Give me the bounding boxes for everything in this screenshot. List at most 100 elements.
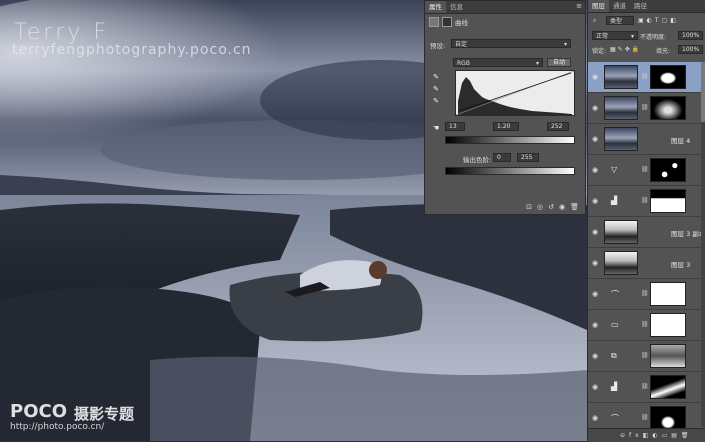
layer-mask-icon[interactable] (442, 17, 452, 27)
eye-icon[interactable]: ◉ (592, 104, 598, 112)
preset-dropdown[interactable]: 自定 ▾ (451, 39, 571, 48)
layer-mask-thumbnail[interactable] (650, 158, 686, 182)
layers-tabbar: 图层 通道 路径 (588, 0, 705, 13)
eye-icon[interactable]: ◉ (592, 166, 598, 174)
link-icon[interactable]: ⛓ (641, 352, 649, 359)
layer-row[interactable]: ◉ 图层 3 副本 (588, 217, 705, 248)
visibility-icon[interactable]: ◉ (559, 203, 565, 211)
panel-menu-icon[interactable]: ≡ (576, 2, 582, 10)
eye-icon[interactable]: ◉ (592, 290, 598, 298)
link-icon[interactable]: ⛓ (641, 383, 649, 390)
layer-mask-thumbnail[interactable] (650, 375, 686, 399)
tab-info[interactable]: 信息 (446, 1, 467, 13)
opacity-label: 不透明度: (640, 34, 667, 41)
blend-mode-dropdown[interactable]: 正常 ▾ (592, 31, 638, 40)
layer-row[interactable]: ◉ 图层 4 (588, 124, 705, 155)
input-gamma-field[interactable]: 1.20 (493, 122, 519, 131)
channel-mixer-icon[interactable]: ⧉ (611, 351, 617, 361)
link-icon[interactable]: ⛓ (641, 321, 649, 328)
layer-row[interactable]: ◉ ▟ ⛓ (588, 372, 705, 403)
output-black-field[interactable]: 0 (493, 153, 511, 162)
layer-thumbnail[interactable] (604, 251, 638, 275)
layer-row[interactable]: ◉ ▟ ⛓ (588, 186, 705, 217)
levels-icon[interactable]: ▟ (611, 382, 617, 391)
layer-row[interactable]: ◉ ⌒ ⛓ (588, 279, 705, 310)
clip-to-layer-icon[interactable]: ⊡ (526, 203, 532, 211)
layer-row[interactable]: ◉ ▭ ⛓ (588, 310, 705, 341)
opacity-field[interactable]: 100% (678, 31, 703, 40)
output-label: 输出色阶: (463, 156, 492, 164)
layer-mask-thumbnail[interactable] (650, 96, 686, 120)
layer-mask-thumbnail[interactable] (650, 344, 686, 368)
layer-filter-dropdown[interactable]: 类型 (606, 16, 634, 25)
photo-filter-icon[interactable]: ▭ (611, 320, 619, 329)
layer-thumbnail[interactable] (604, 220, 638, 244)
layer-thumbnail[interactable] (604, 65, 638, 89)
link-icon[interactable]: ⛓ (641, 166, 649, 173)
delete-icon[interactable]: 🗑 (570, 203, 579, 211)
chevron-down-icon: ▾ (563, 41, 567, 48)
link-icon[interactable]: ⛓ (641, 414, 649, 421)
eye-icon[interactable]: ◉ (592, 228, 598, 236)
black-eyedropper-icon[interactable]: ✎ (432, 73, 440, 81)
curves-icon[interactable]: ⌒ (611, 289, 619, 300)
layer-mask-thumbnail[interactable] (650, 282, 686, 306)
filter-icons[interactable]: ▣◐T▢◧ (638, 17, 679, 24)
white-eyedropper-icon[interactable]: ✎ (432, 97, 440, 105)
eye-icon[interactable]: ◉ (592, 259, 598, 267)
tab-paths[interactable]: 路径 (630, 0, 651, 12)
tab-layers[interactable]: 图层 (588, 0, 609, 12)
layer-row[interactable]: ◉ ⛓ (588, 93, 705, 124)
curves-adjustment-icon (429, 17, 439, 27)
lock-label: 锁定: (592, 48, 607, 55)
eye-icon[interactable]: ◉ (592, 135, 598, 143)
link-icon[interactable]: ⛓ (641, 73, 649, 80)
input-black-field[interactable]: 13 (445, 122, 465, 131)
layer-row[interactable]: ◉ ▽ ⛓ (588, 155, 705, 186)
layers-footer: ⊖fx◧◐▭▤🗑 (588, 428, 705, 442)
layer-mask-thumbnail[interactable] (650, 313, 686, 337)
preset-value: 自定 (455, 41, 468, 48)
eye-icon[interactable]: ◉ (592, 352, 598, 360)
layer-mask-thumbnail[interactable] (650, 189, 686, 213)
view-previous-icon[interactable]: ◎ (537, 203, 543, 211)
layers-footer-icons[interactable]: ⊖fx◧◐▭▤🗑 (620, 432, 693, 439)
triangle-icon[interactable]: ▽ (611, 165, 617, 174)
filter-search-icon[interactable]: ⌕ (593, 17, 596, 25)
gray-eyedropper-icon[interactable]: ✎ (432, 85, 440, 93)
link-icon[interactable]: ⛓ (641, 197, 649, 204)
link-icon[interactable]: ⛓ (641, 290, 649, 297)
input-gradient-bar (445, 136, 575, 144)
auto-button[interactable]: 自动 (547, 58, 571, 67)
tab-properties[interactable]: 属性 (425, 1, 446, 13)
eye-icon[interactable]: ◉ (592, 383, 598, 391)
chevron-down-icon: ▾ (535, 60, 539, 67)
channel-dropdown[interactable]: RGB ▾ (453, 58, 543, 67)
layer-row[interactable]: ◉▟⛓ (588, 62, 705, 93)
eye-icon[interactable]: ◉ (592, 321, 598, 329)
levels-icon[interactable]: ▟ (611, 196, 617, 205)
hand-adjust-icon[interactable]: ☚ (432, 124, 440, 132)
tab-channels[interactable]: 通道 (609, 0, 630, 12)
eye-icon[interactable]: ◉ (592, 197, 598, 205)
layers-scrollbar-thumb[interactable] (701, 62, 705, 122)
fill-field[interactable]: 100% (678, 45, 703, 54)
layer-thumbnail[interactable] (604, 127, 638, 151)
layer-mask-thumbnail[interactable] (650, 406, 686, 430)
curves-icon[interactable]: ⌒ (611, 413, 619, 424)
reset-icon[interactable]: ↺ (548, 203, 554, 211)
link-icon[interactable]: ⛓ (641, 104, 649, 111)
layer-row[interactable]: ◉ ⧉ ⛓ (588, 341, 705, 372)
poco-url: http://photo.poco.cn/ (10, 422, 105, 432)
output-white-field[interactable]: 255 (517, 153, 539, 162)
lock-icons[interactable]: ▦✎✥🔒 (610, 46, 641, 53)
poco-logo: POCO (10, 401, 68, 422)
layer-row[interactable]: ◉ 图层 3 (588, 248, 705, 279)
input-white-field[interactable]: 252 (547, 122, 569, 131)
eye-icon[interactable]: ◉ (592, 414, 598, 422)
blend-mode-value: 正常 (596, 33, 609, 40)
eye-icon[interactable]: ◉ (592, 73, 598, 81)
layer-mask-thumbnail[interactable] (650, 65, 686, 89)
layer-thumbnail[interactable] (604, 96, 638, 120)
output-gradient-bar (445, 167, 575, 175)
